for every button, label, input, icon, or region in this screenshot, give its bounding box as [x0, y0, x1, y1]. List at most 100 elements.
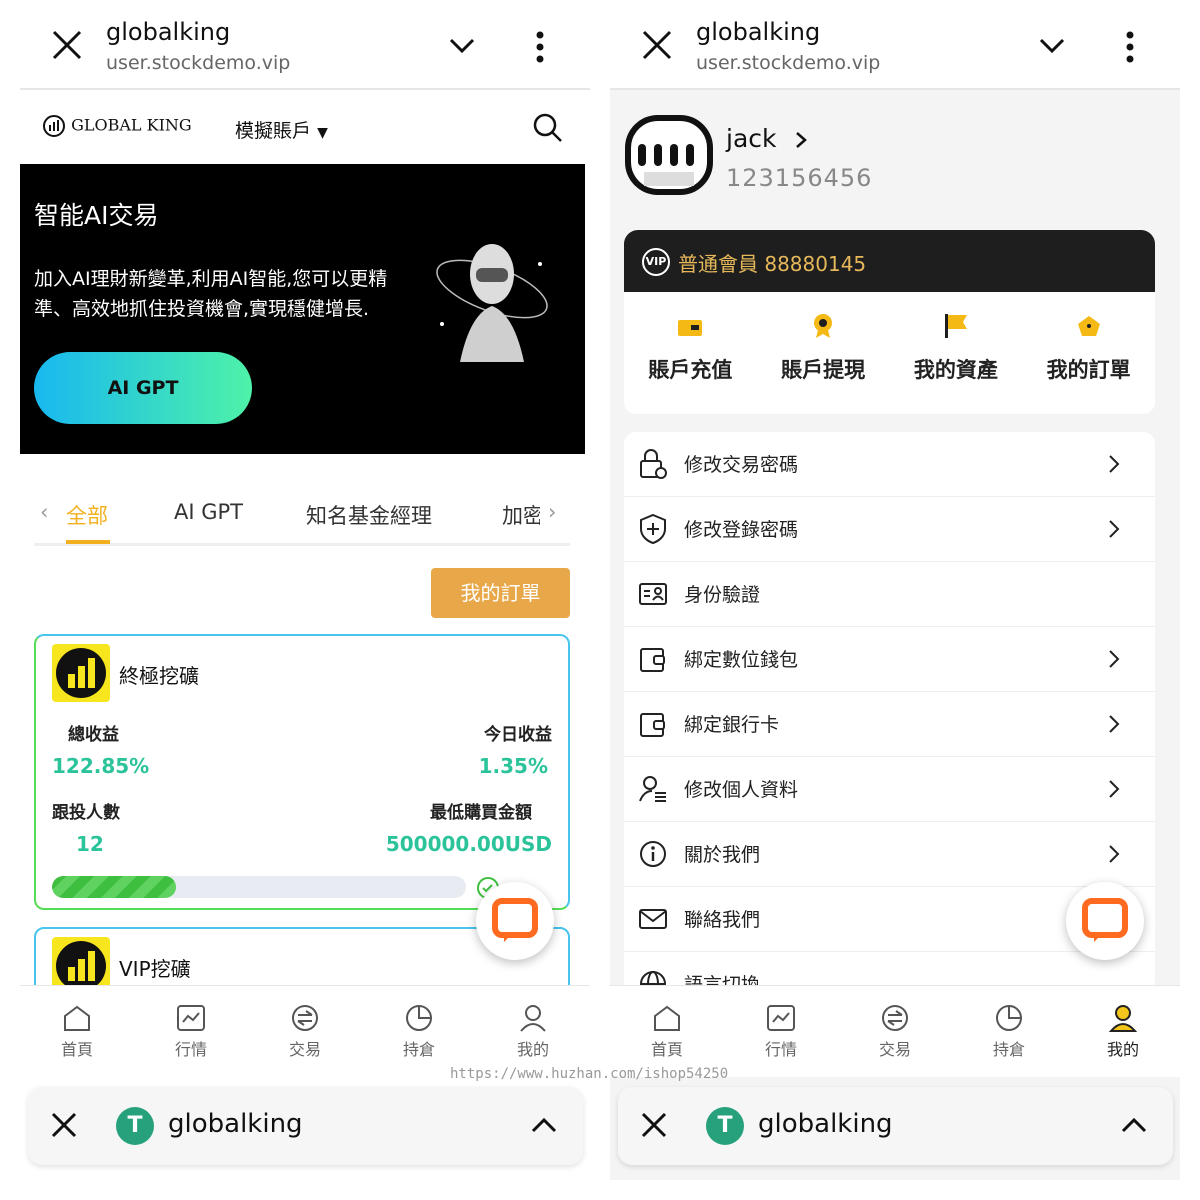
followers-value: 12 — [76, 832, 104, 856]
menu-item-trade-password[interactable]: 修改交易密碼 — [624, 432, 1155, 497]
app-bottom-bar: T globalking — [28, 1087, 583, 1165]
nav-trade[interactable]: 交易 — [838, 986, 952, 1077]
wallet-icon — [640, 713, 665, 737]
profile-header[interactable]: jack 123156456 — [610, 92, 1180, 222]
menu-label: 修改登錄密碼 — [684, 519, 799, 541]
nav-me[interactable]: 我的 — [1066, 986, 1180, 1077]
flag-icon — [944, 314, 967, 338]
chevron-down-icon[interactable] — [1038, 36, 1066, 56]
app-bottom-bar: T globalking — [618, 1087, 1173, 1165]
menu-item-login-password[interactable]: 修改登錄密碼 — [624, 497, 1155, 562]
browser-url: user.stockdemo.vip — [106, 52, 291, 74]
close-icon[interactable] — [50, 28, 84, 62]
product-card[interactable]: 終極挖礦 總收益 今日收益 122.85% 1.35% 跟投人數 最低購買金額 … — [34, 634, 570, 910]
tab-all[interactable]: 全部 — [66, 500, 108, 530]
browser-title: globalking — [106, 18, 231, 46]
chart-icon — [177, 1005, 205, 1031]
shopping-bag-icon — [1077, 316, 1100, 336]
nav-positions-label: 持倉 — [992, 1040, 1025, 1059]
chevron-right-icon — [1109, 780, 1120, 798]
progress-fill — [52, 876, 177, 898]
tether-logo-icon: T — [706, 1107, 744, 1145]
assets-button[interactable]: 我的資產 — [890, 292, 1023, 414]
nav-home[interactable]: 首頁 — [610, 986, 724, 1077]
menu-label: 關於我們 — [684, 844, 761, 866]
chevron-down-icon[interactable] — [448, 36, 476, 56]
orders-button[interactable]: 我的訂單 — [1022, 292, 1155, 414]
chevron-right-icon — [1109, 715, 1120, 733]
orders-label: 我的訂單 — [1046, 358, 1131, 382]
robot-figure-image — [436, 244, 548, 362]
quick-actions: 賬戶充值 賬戶提現 我的資產 我的訂單 — [624, 292, 1155, 414]
nav-positions[interactable]: 持倉 — [362, 986, 476, 1077]
menu-item-bank-card[interactable]: 綁定銀行卡 — [624, 692, 1155, 757]
search-icon[interactable] — [532, 112, 564, 144]
tab-crypto[interactable]: 加密 — [502, 500, 540, 530]
user-icon — [1108, 1005, 1138, 1032]
brand-logo[interactable]: GLOBAL KING — [42, 114, 192, 138]
pie-icon — [406, 1005, 432, 1031]
account-switcher[interactable]: 模擬賬戶 ▼ — [235, 116, 328, 143]
ai-gpt-button[interactable]: AI GPT — [34, 352, 252, 424]
nav-trade-label: 交易 — [878, 1040, 911, 1059]
category-tabs: ‹ 全部 AI GPT 知名基金經理 加密 › — [34, 496, 570, 546]
nav-me[interactable]: 我的 — [476, 986, 590, 1077]
banner-heading: 智能AI交易 — [34, 201, 159, 230]
nav-market[interactable]: 行情 — [134, 986, 248, 1077]
chevron-up-icon[interactable] — [1120, 1115, 1148, 1135]
caret-down-icon: ▼ — [317, 125, 328, 141]
chat-bubble-icon — [492, 898, 538, 938]
livechat-button[interactable] — [476, 882, 554, 960]
close-icon[interactable] — [50, 1111, 78, 1139]
more-icon[interactable] — [534, 30, 546, 64]
app-name: globalking — [758, 1109, 893, 1139]
withdraw-label: 賬戶提現 — [781, 358, 866, 382]
withdraw-button[interactable]: 賬戶提現 — [757, 292, 890, 414]
menu-label: 修改交易密碼 — [684, 454, 799, 476]
product-name: 終極挖礦 — [119, 664, 199, 688]
nav-home-label: 首頁 — [60, 1040, 93, 1059]
tether-logo-icon: T — [116, 1107, 154, 1145]
medal-icon — [814, 314, 833, 338]
brand-icon — [43, 115, 65, 137]
chevron-left-icon[interactable]: ‹ — [40, 500, 48, 524]
tab-fund-managers[interactable]: 知名基金經理 — [306, 500, 432, 530]
mail-icon — [639, 909, 667, 929]
app-name: globalking — [168, 1109, 303, 1139]
menu-item-about[interactable]: 關於我們 — [624, 822, 1155, 887]
nav-home[interactable]: 首頁 — [20, 986, 134, 1077]
right-screen: globalking user.stockdemo.vip jack 12315… — [610, 0, 1180, 1180]
nav-trade[interactable]: 交易 — [248, 986, 362, 1077]
membership-bar: VIP 普通會員 88880145 — [624, 230, 1155, 292]
more-icon[interactable] — [1124, 30, 1136, 64]
chevron-right-icon[interactable]: › — [548, 500, 556, 524]
deposit-label: 賬戶充值 — [648, 358, 733, 382]
my-orders-button[interactable]: 我的訂單 — [431, 568, 570, 618]
user-id: 123156456 — [726, 164, 873, 192]
close-icon[interactable] — [640, 28, 674, 62]
browser-bar: globalking user.stockdemo.vip — [610, 0, 1180, 90]
total-profit-value: 122.85% — [52, 754, 150, 778]
home-icon — [64, 1005, 90, 1031]
chart-icon — [767, 1005, 795, 1031]
brand-name: GLOBAL KING — [71, 115, 192, 135]
deposit-button[interactable]: 賬戶充值 — [624, 292, 757, 414]
menu-item-profile[interactable]: 修改個人資料 — [624, 757, 1155, 822]
nav-market-label: 行情 — [174, 1040, 207, 1059]
menu-item-crypto-wallet[interactable]: 綁定數位錢包 — [624, 627, 1155, 692]
livechat-button[interactable] — [1066, 882, 1144, 960]
close-icon[interactable] — [640, 1111, 668, 1139]
nav-positions[interactable]: 持倉 — [952, 986, 1066, 1077]
vip-badge-icon: VIP — [642, 248, 670, 276]
home-icon — [654, 1005, 680, 1031]
menu-item-identity[interactable]: 身份驗證 — [624, 562, 1155, 627]
nav-market[interactable]: 行情 — [724, 986, 838, 1077]
chevron-up-icon[interactable] — [530, 1115, 558, 1135]
tab-ai-gpt[interactable]: AI GPT — [174, 500, 243, 524]
chevron-right-icon — [1109, 520, 1120, 538]
chat-bubble-icon — [1082, 898, 1128, 938]
id-card-icon — [639, 583, 667, 605]
chevron-right-icon[interactable] — [794, 130, 808, 150]
today-profit-value: 1.35% — [478, 754, 548, 778]
nav-me-label: 我的 — [516, 1040, 549, 1059]
